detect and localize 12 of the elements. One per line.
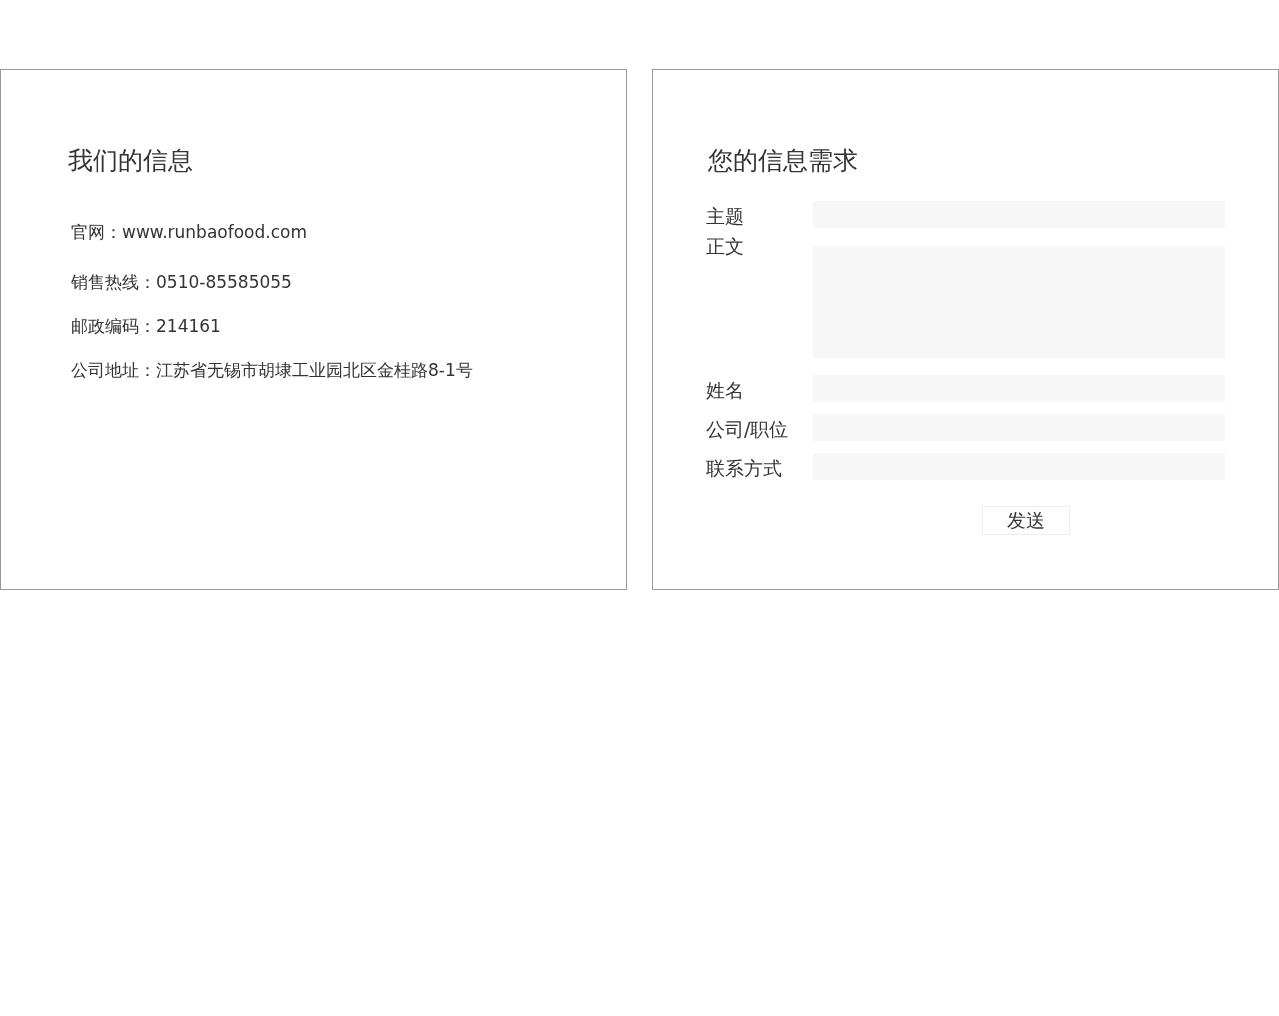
panel-title: 您的信息需求 (707, 145, 859, 177)
panel-title: 我们的信息 (67, 145, 194, 177)
field-label: 姓名 (706, 378, 745, 402)
info-line: 邮政编码：214161 (71, 316, 222, 338)
field-label: 公司/职位 (706, 417, 790, 441)
field-label: 正文 (706, 234, 745, 258)
send-button[interactable]: 发送 (982, 506, 1070, 535)
info-line: 销售热线：0510-85585055 (71, 272, 293, 294)
field-label: 联系方式 (706, 456, 783, 480)
info-line: 公司地址：江苏省无锡市胡埭工业园北区金桂路8-1号 (71, 360, 474, 382)
field-label: 主题 (706, 204, 745, 228)
info-line: 官网：www.runbaofood.com (71, 222, 308, 244)
